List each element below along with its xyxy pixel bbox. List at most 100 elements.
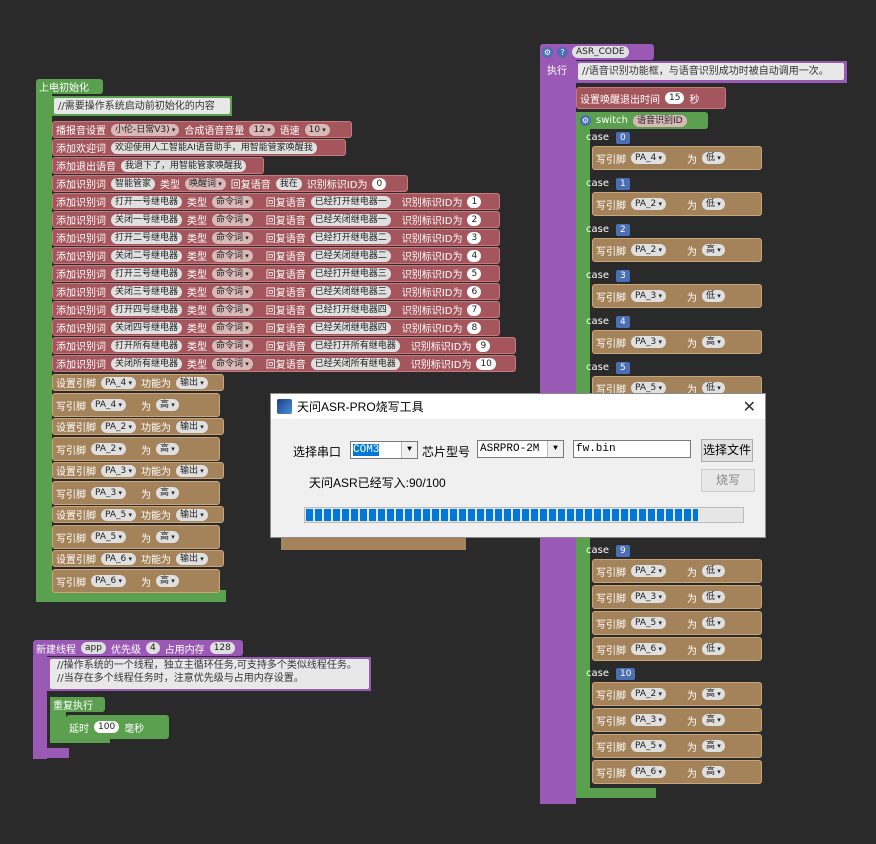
reply-field[interactable]: 已经打开继电器三 (310, 267, 391, 280)
chip-select[interactable]: ASRPRO-2M ▼ (477, 440, 564, 458)
id-field[interactable]: 1 (467, 195, 482, 208)
select-file-button[interactable]: 选择文件 (701, 439, 753, 462)
write-pin-block[interactable]: 写引脚 PA_3 为高 (592, 708, 762, 732)
pin-select[interactable]: PA_2 (91, 443, 126, 455)
welcome-text-field[interactable]: 欢迎使用人工智能AI语音助手，用智能管家唤醒我 (111, 141, 317, 154)
cmd-word-field[interactable]: 关闭三号继电器 (111, 285, 183, 298)
command-word-block[interactable]: 添加识别词关闭二号继电器类型命令词 回复语音已经关闭继电器二识别标识ID为 4 (52, 247, 500, 264)
command-word-block[interactable]: 添加识别词打开一号继电器类型命令词 回复语音已经打开继电器一识别标识ID为 1 (52, 193, 500, 210)
case-id-field[interactable]: 0 (616, 132, 630, 144)
wake-word-block[interactable]: 添加识别词智能管家类型唤醒词回复语音我在识别标识ID为 0 (52, 175, 408, 192)
value-select[interactable]: 低 (701, 643, 725, 655)
pin-select[interactable]: PA_3 (91, 487, 126, 499)
command-word-block[interactable]: 添加识别词打开四号继电器类型命令词 回复语音已经打开继电器四识别标识ID为 7 (52, 301, 500, 318)
type-select[interactable]: 命令词 (212, 231, 253, 244)
id-field[interactable]: 8 (467, 321, 482, 334)
type-select[interactable]: 命令词 (212, 213, 253, 226)
file-input[interactable]: fw.bin (573, 440, 691, 458)
type-select[interactable]: 命令词 (212, 303, 253, 316)
id-field[interactable]: 2 (467, 213, 482, 226)
value-select[interactable]: 低 (701, 290, 725, 302)
value-select[interactable]: 高 (701, 244, 725, 256)
value-select[interactable]: 高 (155, 575, 179, 587)
switch-header[interactable]: ⚙ switch 语音识别ID (578, 112, 708, 129)
cmd-word-field[interactable]: 关闭一号继电器 (111, 213, 183, 226)
prio-field[interactable]: 4 (145, 642, 160, 654)
write-pin-block[interactable]: 写引脚 PA_2 为低 (592, 559, 762, 583)
value-select[interactable]: 高 (701, 336, 725, 348)
value-select[interactable]: 低 (701, 591, 725, 603)
case-id-field[interactable]: 1 (616, 178, 630, 190)
pin-select[interactable]: PA_4 (101, 376, 136, 389)
reply-field[interactable]: 已经关闭继电器四 (310, 321, 391, 334)
write-pin-block[interactable]: 写引脚 PA_3 为高 (592, 330, 762, 354)
type-select[interactable]: 命令词 (212, 357, 253, 370)
set-pin-block[interactable]: 设置引脚 PA_6 功能为输出 (52, 550, 224, 567)
init-header[interactable]: 上电初始化 (36, 79, 103, 94)
write-pin-block[interactable]: 写引脚 PA_2 为低 (592, 192, 762, 216)
cmd-word-field[interactable]: 打开一号继电器 (111, 195, 183, 208)
pin-select[interactable]: PA_3 (631, 290, 666, 302)
write-pin-block[interactable]: 写引脚 PA_6 为高 (592, 760, 762, 784)
reply-field[interactable]: 已经关闭继电器三 (310, 285, 391, 298)
id-field[interactable]: 6 (467, 285, 482, 298)
set-pin-block[interactable]: 设置引脚 PA_4 功能为输出 (52, 374, 224, 391)
exit-text-field[interactable]: 我退下了，用智能管家唤醒我 (121, 159, 247, 172)
case-id-field[interactable]: 4 (616, 316, 630, 328)
value-select[interactable]: 高 (701, 740, 725, 752)
wake-word-field[interactable]: 智能管家 (111, 177, 156, 190)
command-word-block[interactable]: 添加识别词打开二号继电器类型命令词 回复语音已经打开继电器二识别标识ID为 3 (52, 229, 500, 246)
id-field[interactable]: 7 (467, 303, 482, 316)
id-field[interactable]: 5 (467, 267, 482, 280)
broadcast-block[interactable]: 播报音设置小伦-日常V3) 合成语音音量 12 语速 10 (52, 121, 352, 138)
func-select[interactable]: 输出 (175, 464, 208, 477)
command-word-block[interactable]: 添加识别词关闭一号继电器类型命令词 回复语音已经关闭继电器一识别标识ID为 2 (52, 211, 500, 228)
write-pin-block[interactable]: 写引脚 PA_6 为高 (52, 569, 220, 593)
command-word-block[interactable]: 添加识别词关闭三号继电器类型命令词 回复语音已经关闭继电器三识别标识ID为 6 (52, 283, 500, 300)
type-select[interactable]: 命令词 (212, 285, 253, 298)
type-select[interactable]: 命令词 (212, 339, 253, 352)
pin-select[interactable]: PA_3 (631, 591, 666, 603)
thread-header[interactable]: 新建线程 app 优先级 4 占用内存 128 (33, 640, 243, 656)
pin-select[interactable]: PA_2 (631, 244, 666, 256)
write-pin-block[interactable]: 写引脚 PA_3 为低 (592, 585, 762, 609)
command-word-block[interactable]: 添加识别词关闭所有继电器类型命令词 回复语音已经关闭所有继电器识别标识ID为 10 (52, 355, 516, 372)
pin-select[interactable]: PA_4 (631, 152, 666, 164)
reply-field[interactable]: 已经打开继电器四 (310, 303, 391, 316)
command-word-block[interactable]: 添加识别词打开三号继电器类型命令词 回复语音已经打开继电器三识别标识ID为 5 (52, 265, 500, 282)
pin-select[interactable]: PA_6 (631, 766, 666, 778)
welcome-block[interactable]: 添加欢迎词 欢迎使用人工智能AI语音助手，用智能管家唤醒我 (52, 139, 346, 156)
reply-field[interactable]: 已经关闭所有继电器 (310, 357, 400, 370)
cmd-word-field[interactable]: 打开二号继电器 (111, 231, 183, 244)
func-select[interactable]: 输出 (175, 552, 208, 565)
write-pin-block[interactable]: 写引脚 PA_5 为高 (592, 734, 762, 758)
pin-select[interactable]: PA_2 (631, 198, 666, 210)
case-id-field[interactable]: 2 (616, 224, 630, 236)
cmd-word-field[interactable]: 打开四号继电器 (111, 303, 183, 316)
pin-select[interactable]: PA_2 (631, 688, 666, 700)
case-id-field[interactable]: 5 (616, 362, 630, 374)
reply-field[interactable]: 已经关闭继电器一 (310, 213, 391, 226)
write-pin-block[interactable]: 写引脚 PA_2 为高 (592, 238, 762, 262)
cmd-word-field[interactable]: 打开三号继电器 (111, 267, 183, 280)
value-select[interactable]: 低 (701, 617, 725, 629)
pin-select[interactable]: PA_5 (101, 508, 136, 521)
asr-header[interactable]: ⚙? ASR_CODE (540, 44, 654, 60)
id-field[interactable]: 9 (476, 339, 491, 352)
reply-field[interactable]: 已经打开继电器一 (310, 195, 391, 208)
type-select[interactable]: 命令词 (212, 195, 253, 208)
pin-select[interactable]: PA_2 (631, 565, 666, 577)
port-select[interactable]: COM3 ▼ (350, 441, 418, 459)
type-select[interactable]: 命令词 (212, 267, 253, 280)
close-icon[interactable]: ✕ (743, 397, 756, 417)
pin-select[interactable]: PA_3 (631, 714, 666, 726)
cmd-word-field[interactable]: 关闭二号继电器 (111, 249, 183, 262)
value-select[interactable]: 高 (701, 688, 725, 700)
set-pin-block[interactable]: 设置引脚 PA_2 功能为输出 (52, 418, 224, 435)
switch-var-field[interactable]: 语音识别ID (632, 114, 687, 127)
value-select[interactable]: 高 (701, 766, 725, 778)
command-word-block[interactable]: 添加识别词打开所有继电器类型命令词 回复语音已经打开所有继电器识别标识ID为 9 (52, 337, 516, 354)
speed-select[interactable]: 10 (304, 123, 330, 136)
type-select[interactable]: 唤醒词 (185, 177, 226, 190)
loop-header[interactable]: 重复执行 (50, 697, 105, 712)
